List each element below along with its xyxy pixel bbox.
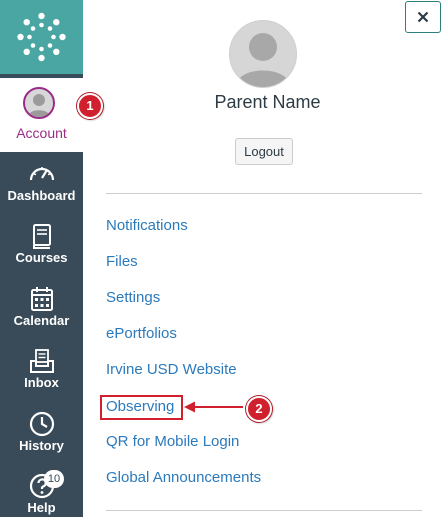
canvas-logo-icon xyxy=(17,12,66,62)
step-marker-1: 1 xyxy=(77,93,103,119)
logout-button[interactable]: Logout xyxy=(235,138,293,165)
arrow-left-icon xyxy=(184,401,243,413)
calendar-icon xyxy=(31,287,53,311)
nav-inbox-label: Inbox xyxy=(24,375,59,390)
link-qr-mobile-login[interactable]: QR for Mobile Login xyxy=(106,433,239,450)
link-global-announcements[interactable]: Global Announcements xyxy=(106,469,261,486)
nav-calendar[interactable]: Calendar xyxy=(0,281,83,343)
link-eportfolios[interactable]: ePortfolios xyxy=(106,325,177,342)
link-irvine-usd-website[interactable]: Irvine USD Website xyxy=(106,361,237,378)
book-icon xyxy=(33,224,51,249)
nav-dashboard-label: Dashboard xyxy=(7,188,76,203)
divider xyxy=(106,193,422,194)
clock-icon xyxy=(29,411,55,437)
help-notification-badge: 10 xyxy=(44,470,64,488)
profile-name: Parent Name xyxy=(214,92,321,112)
link-notifications[interactable]: Notifications xyxy=(106,217,188,234)
link-settings[interactable]: Settings xyxy=(106,289,160,306)
observing-highlight-box xyxy=(100,395,183,420)
close-icon xyxy=(417,11,429,23)
nav-inbox[interactable]: Inbox xyxy=(0,343,83,405)
nav-courses-label: Courses xyxy=(15,250,68,265)
nav-account-label: Account xyxy=(16,125,67,141)
nav-account[interactable]: Account xyxy=(0,78,83,152)
step-marker-2: 2 xyxy=(246,396,272,422)
nav-history-label: History xyxy=(19,438,64,453)
nav-history[interactable]: History xyxy=(0,406,83,468)
user-avatar-icon xyxy=(23,87,55,119)
nav-help-label: Help xyxy=(27,500,56,515)
nav-calendar-label: Calendar xyxy=(13,313,70,328)
inbox-icon xyxy=(30,349,54,373)
global-nav: Account Dashboard Courses Calendar Inbox… xyxy=(0,0,83,517)
divider xyxy=(106,510,422,511)
nav-help[interactable]: 10 Help xyxy=(0,468,83,530)
user-avatar-icon xyxy=(236,33,290,87)
nav-dashboard[interactable]: Dashboard xyxy=(0,156,83,218)
profile-avatar xyxy=(229,20,297,88)
link-files[interactable]: Files xyxy=(106,253,138,270)
canvas-logo[interactable] xyxy=(0,0,83,74)
close-tray-button[interactable] xyxy=(405,1,441,33)
dashboard-gauge-icon xyxy=(29,167,55,181)
nav-courses[interactable]: Courses xyxy=(0,218,83,280)
